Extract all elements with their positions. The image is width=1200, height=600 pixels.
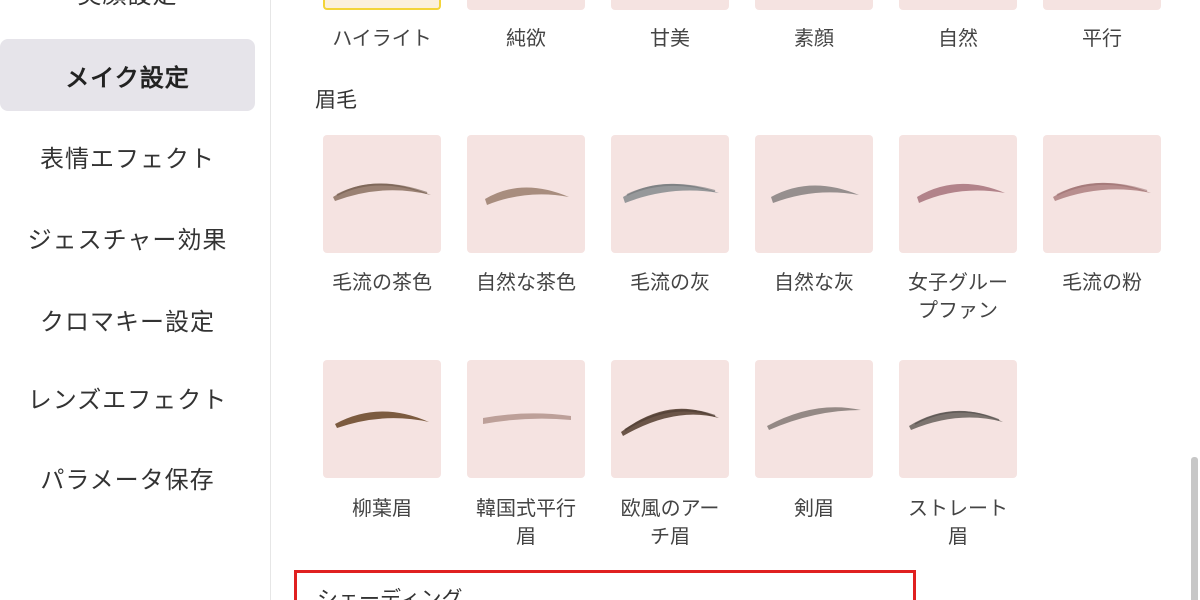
option-label: 甘美 (650, 26, 690, 50)
brow-brown-feather-icon (333, 183, 431, 201)
eyebrow-option-willow-leaf[interactable] (323, 360, 441, 478)
sidebar-item-gesture-effects[interactable]: ジェスチャー効果 (0, 201, 255, 273)
eyebrow-option-grey-feather[interactable] (611, 135, 729, 253)
scrollbar-thumb[interactable] (1191, 457, 1198, 600)
brow-euro-arch-icon (621, 408, 719, 436)
brow-straight-icon (909, 410, 1003, 430)
sidebar-item-makeup[interactable]: メイク設定 (0, 39, 255, 111)
sidebar-item-chroma-key[interactable]: クロマキー設定 (0, 283, 255, 355)
eyebrow-option-label-line: チ眉 (650, 524, 690, 548)
eyebrow-option-euro-arch[interactable] (611, 360, 729, 478)
eyebrow-option-brown-feather[interactable] (323, 135, 441, 253)
eyebrow-option-natural-brown[interactable] (467, 135, 585, 253)
brow-pink-feather-icon (1053, 182, 1151, 201)
brow-korean-straight-icon (483, 413, 571, 424)
eyebrow-option-label-line: 女子グルー (908, 270, 1008, 294)
brow-sword-icon (767, 407, 861, 430)
eyebrow-option-label-line: 眉 (948, 524, 968, 548)
eyebrow-option-label: 剣眉 (794, 496, 834, 520)
eyebrow-option-label-line: 韓国式平行 (476, 496, 576, 520)
settings-sidebar: 美顔設定 メイク設定 表情エフェクト ジェスチャー効果 クロマキー設定 レンズエ… (0, 0, 271, 600)
option-label: 純欲 (506, 26, 546, 50)
option-tile-parallel[interactable] (1043, 0, 1161, 10)
brow-natural-brown-icon (485, 187, 569, 205)
sidebar-item-expression-effects[interactable]: 表情エフェクト (0, 120, 255, 192)
shading-section-title: シェーディング (317, 587, 463, 600)
shading-section-highlight: シェーディング (294, 570, 916, 600)
brow-willow-leaf-icon (335, 411, 429, 428)
option-tile-sweet[interactable] (611, 0, 729, 10)
sidebar-item-label: ジェスチャー効果 (27, 225, 228, 254)
option-label: 平行 (1082, 26, 1122, 50)
sidebar-item-label: レンズエフェクト (27, 385, 228, 414)
eyebrow-option-natural-grey[interactable] (755, 135, 873, 253)
scrollbar[interactable] (1188, 0, 1200, 600)
sidebar-item-label: 表情エフェクト (40, 144, 215, 173)
brow-natural-grey-icon (771, 185, 859, 203)
eyebrow-option-pink-feather[interactable] (1043, 135, 1161, 253)
eyebrow-section-title: 眉毛 (315, 88, 357, 112)
makeup-panel: ハイライト 純欲 甘美 素顔 自然 平行 眉毛 毛流の茶色 自然な茶色 毛流の灰… (271, 0, 1200, 600)
brow-grey-feather-icon (623, 183, 719, 203)
eyebrow-option-label: 韓国式平行 眉 (461, 494, 591, 550)
option-tile-highlight[interactable] (323, 0, 441, 10)
eyebrow-option-label: ストレート 眉 (893, 494, 1023, 550)
eyebrow-option-label-line: プファン (918, 298, 998, 322)
eyebrow-option-label: 自然な灰 (774, 270, 854, 294)
sidebar-item-lens-effects[interactable]: レンズエフェクト (0, 361, 255, 433)
app-window: 美顔設定 メイク設定 表情エフェクト ジェスチャー効果 クロマキー設定 レンズエ… (0, 0, 1200, 600)
option-tile-natural[interactable] (899, 0, 1017, 10)
eyebrow-option-label: 毛流の灰 (630, 270, 710, 294)
eyebrow-option-sword[interactable] (755, 360, 873, 478)
option-tile-bare-face[interactable] (755, 0, 873, 10)
option-label: 自然 (938, 26, 978, 50)
eyebrow-option-label-line: 眉 (516, 524, 536, 548)
eyebrow-option-label: 自然な茶色 (476, 270, 576, 294)
option-tile-pure[interactable] (467, 0, 585, 10)
eyebrow-option-girl-group[interactable] (899, 135, 1017, 253)
eyebrow-option-label: 毛流の粉 (1062, 270, 1142, 294)
eyebrow-option-label: 欧風のアー チ眉 (605, 494, 735, 550)
eyebrow-option-label-line: 欧風のアー (620, 496, 720, 520)
sidebar-item-label: クロマキー設定 (40, 307, 215, 336)
eyebrow-option-label-line: ストレート (908, 496, 1008, 520)
option-label: 素顔 (794, 26, 834, 50)
brow-girl-group-icon (917, 183, 1005, 203)
eyebrow-option-label: 毛流の茶色 (332, 270, 432, 294)
sidebar-item-label: 美顔設定 (78, 0, 178, 10)
eyebrow-option-korean-straight[interactable] (467, 360, 585, 478)
sidebar-item-beauty[interactable]: 美顔設定 (0, 0, 255, 28)
eyebrow-option-straight[interactable] (899, 360, 1017, 478)
sidebar-item-label: パラメータ保存 (40, 465, 215, 494)
eyebrow-option-label: 柳葉眉 (352, 496, 412, 520)
sidebar-item-label: メイク設定 (65, 63, 190, 92)
eyebrow-option-label: 女子グルー プファン (893, 268, 1023, 324)
option-label: ハイライト (332, 26, 432, 50)
sidebar-item-save-parameters[interactable]: パラメータ保存 (0, 441, 255, 513)
